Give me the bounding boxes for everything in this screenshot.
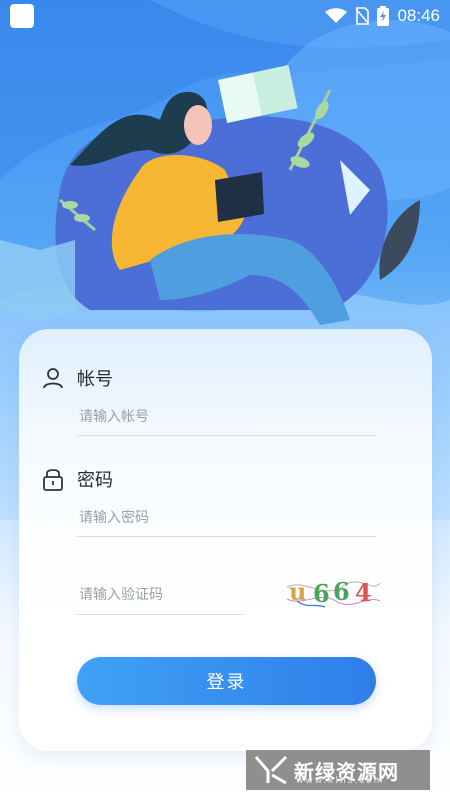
account-input[interactable] <box>77 403 376 431</box>
battery-charging-icon <box>377 6 390 26</box>
login-card: 帐号 密码 u 6 6 4 登录 <box>19 329 432 751</box>
watermark-url: www.xlhs.com <box>296 776 385 786</box>
svg-text:4: 4 <box>355 578 372 607</box>
captcha-image[interactable]: u 6 6 4 <box>285 573 381 609</box>
account-label: 帐号 <box>77 369 113 390</box>
svg-text:6: 6 <box>313 579 330 608</box>
status-bar: 08:46 <box>0 0 450 32</box>
login-button[interactable]: 登录 <box>77 657 376 705</box>
reading-woman-illustration <box>0 65 420 325</box>
account-underline <box>77 435 376 436</box>
svg-text:6: 6 <box>333 577 350 606</box>
no-sim-icon <box>355 7 370 25</box>
status-right-cluster: 08:46 <box>325 6 440 26</box>
watermark: 新绿资源网 www.xlhs.com <box>246 750 430 790</box>
password-label-row: 密码 <box>41 466 113 492</box>
password-underline <box>77 536 376 537</box>
status-time: 08:46 <box>397 6 440 25</box>
captcha-input[interactable] <box>77 581 243 609</box>
account-label-row: 帐号 <box>41 365 113 391</box>
lock-icon <box>43 469 63 491</box>
password-label: 密码 <box>77 470 113 491</box>
wifi-icon <box>325 8 348 23</box>
app-square-icon <box>10 4 34 28</box>
password-input[interactable] <box>77 504 376 532</box>
watermark-logo-icon <box>254 755 288 785</box>
user-icon <box>43 368 63 389</box>
captcha-underline <box>77 614 243 615</box>
